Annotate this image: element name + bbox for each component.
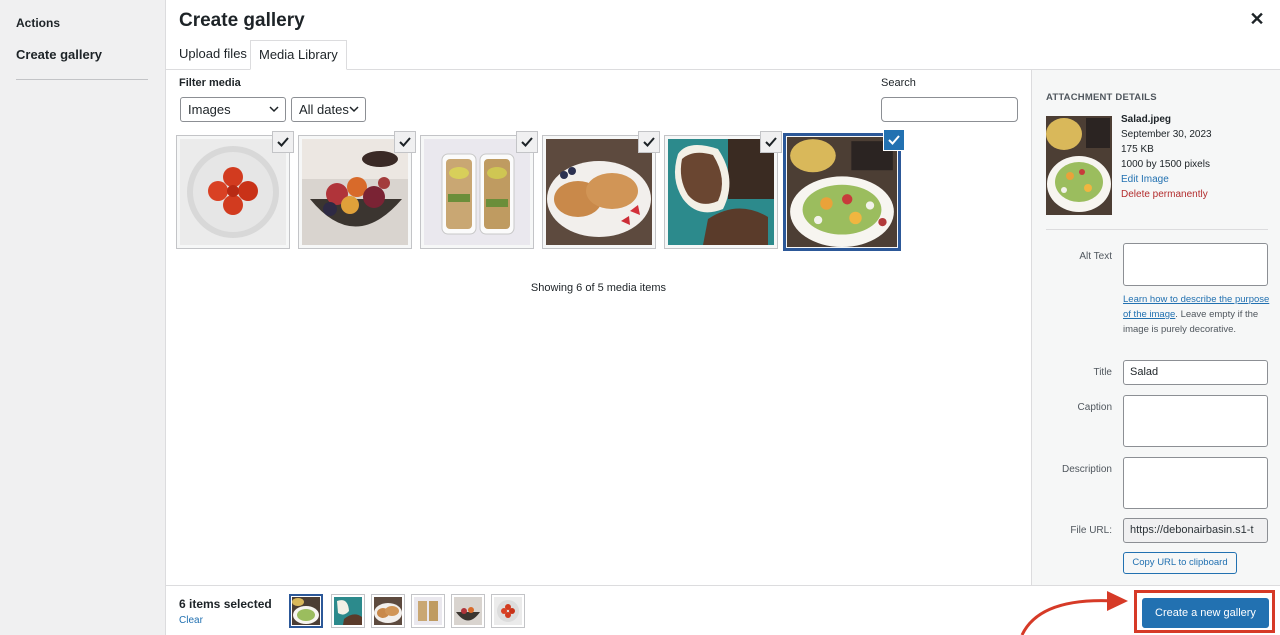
checkmark-icon <box>888 135 900 145</box>
search-label: Search <box>881 77 916 89</box>
selection-thumb-meal-prep[interactable] <box>411 594 445 628</box>
description-field[interactable] <box>1123 457 1268 509</box>
menu-heading: Actions <box>16 16 61 30</box>
selection-thumb-tomatoes[interactable] <box>491 594 525 628</box>
coconut-thumbnail <box>668 139 774 245</box>
media-type-select[interactable]: Images <box>180 97 286 122</box>
attachment-pancakes[interactable] <box>542 131 660 249</box>
title-label: Title <box>1093 367 1112 378</box>
checkmark-icon <box>399 137 411 147</box>
copy-url-button[interactable]: Copy URL to clipboard <box>1123 552 1237 574</box>
fruit-bowl-thumbnail <box>454 597 482 625</box>
filter-media-label: Filter media <box>179 77 241 89</box>
media-count-text: Showing 6 of 5 media items <box>530 282 667 294</box>
tomatoes-thumbnail <box>180 139 286 245</box>
modal-title: Create gallery <box>179 10 305 31</box>
selection-count: 6 items selected <box>179 597 272 611</box>
checkmark-icon <box>277 137 289 147</box>
checkmark-icon <box>643 137 655 147</box>
date-select[interactable]: All dates <box>291 97 366 122</box>
tab-media-library[interactable]: Media Library <box>250 40 347 70</box>
attachment-meal-prep[interactable] <box>420 131 538 249</box>
media-type-value: Images <box>188 102 231 117</box>
close-icon[interactable]: ✕ <box>1248 10 1266 28</box>
attachment-filesize: 175 KB <box>1121 144 1154 155</box>
checkmark-button[interactable] <box>516 131 538 153</box>
tab-upload-files[interactable]: Upload files <box>171 40 255 70</box>
description-label: Description <box>1061 464 1112 475</box>
alt-text-help: Learn how to describe the purpose of the… <box>1123 292 1273 337</box>
checkmark-button[interactable] <box>638 131 660 153</box>
menu-separator <box>16 79 148 80</box>
chevron-down-icon <box>349 106 359 113</box>
details-divider <box>1046 229 1268 230</box>
checkmark-button[interactable] <box>272 131 294 153</box>
media-modal: Actions Create gallery Create gallery ✕ … <box>0 0 1280 635</box>
checkmark-button[interactable] <box>883 129 905 151</box>
delete-permanently-link[interactable]: Delete permanently <box>1121 189 1208 200</box>
checkmark-icon <box>521 137 533 147</box>
alt-text-field[interactable] <box>1123 243 1268 286</box>
chevron-down-icon <box>269 106 279 113</box>
attachment-tomatoes[interactable] <box>176 131 294 249</box>
attachment-filename: Salad.jpeg <box>1121 114 1172 125</box>
caption-label: Caption <box>1077 402 1112 413</box>
file-url-field[interactable]: https://debonairbasin.s1-t <box>1123 518 1268 543</box>
actions-menu: Actions Create gallery <box>0 0 166 635</box>
details-heading: ATTACHMENT DETAILS <box>1046 92 1157 103</box>
meal-prep-thumbnail <box>424 139 530 245</box>
salad-thumbnail <box>292 597 320 625</box>
attachment-dimensions: 1000 by 1500 pixels <box>1121 159 1210 170</box>
salad-thumbnail <box>1046 116 1112 215</box>
selection-thumb-salad[interactable] <box>289 594 323 628</box>
search-input[interactable] <box>881 97 1018 122</box>
checkmark-icon <box>765 137 777 147</box>
annotation-arrow <box>1020 591 1128 635</box>
date-value: All dates <box>299 102 349 117</box>
selection-thumb-fruit-bowl[interactable] <box>451 594 485 628</box>
meal-prep-thumbnail <box>414 597 442 625</box>
attachment-date: September 30, 2023 <box>1121 129 1212 140</box>
alt-text-label: Alt Text <box>1079 251 1112 262</box>
clear-selection-link[interactable]: Clear <box>179 615 203 626</box>
menu-item-create-gallery[interactable]: Create gallery <box>16 47 102 62</box>
fruit-bowl-thumbnail <box>302 139 408 245</box>
selection-thumb-pancakes[interactable] <box>371 594 405 628</box>
attachment-salad[interactable] <box>783 129 905 251</box>
coconut-thumbnail <box>334 597 362 625</box>
attachment-details-sidebar: ATTACHMENT DETAILS Salad.jpeg September … <box>1031 70 1280 585</box>
title-field[interactable]: Salad <box>1123 360 1268 385</box>
tomatoes-thumbnail <box>494 597 522 625</box>
pancakes-thumbnail <box>374 597 402 625</box>
pancakes-thumbnail <box>546 139 652 245</box>
file-url-label: File URL: <box>1070 525 1112 536</box>
caption-field[interactable] <box>1123 395 1268 447</box>
annotation-highlight-box <box>1134 590 1275 633</box>
attachment-coconut[interactable] <box>664 131 782 249</box>
salad-thumbnail <box>787 137 897 247</box>
attachment-fruit-bowl[interactable] <box>298 131 416 249</box>
edit-image-link[interactable]: Edit Image <box>1121 174 1169 185</box>
selection-thumb-coconut[interactable] <box>331 594 365 628</box>
checkmark-button[interactable] <box>394 131 416 153</box>
checkmark-button[interactable] <box>760 131 782 153</box>
